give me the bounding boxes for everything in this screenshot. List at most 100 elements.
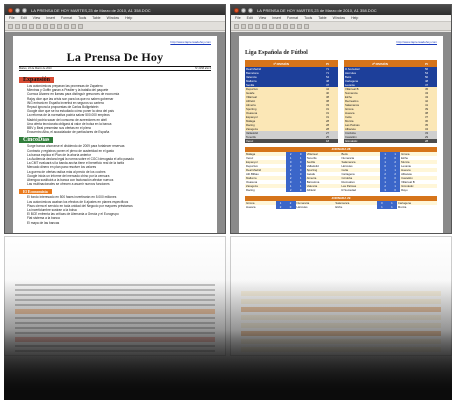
standings-primera: 1ª DIVISIÓN Pt Real Madrid 71 Barcelona 71 V… (245, 60, 338, 143)
menu-item[interactable]: Window (107, 16, 119, 20)
table-icon[interactable] (71, 23, 76, 29)
match-score: 2 (275, 205, 286, 209)
section-header: El Economista (19, 189, 52, 195)
window-titlebar[interactable]: LA PRENSA DE HOY MARTES,23 de Marzo de 2… (231, 5, 451, 15)
match-row: Racing 2 0 Athletic R.Sociedad 3 0 Rayo (245, 188, 437, 192)
headline-link[interactable]: El mapa de las bancas (27, 221, 211, 225)
league-heading: Liga Española de Fútbol (245, 50, 308, 56)
headline-list: El fondo interesado en 500 fases inverti… (19, 195, 211, 224)
menu-item[interactable]: Help (351, 16, 358, 20)
cut-icon[interactable] (262, 23, 267, 29)
cut-icon[interactable] (36, 23, 41, 29)
copy-icon[interactable] (269, 23, 274, 29)
undo-icon[interactable] (283, 23, 288, 29)
toolbar (231, 22, 451, 31)
matches-table: Girona 1 2 Numancia Salamanca 0 1 Cartagena Hues… (245, 201, 437, 209)
open-icon[interactable] (241, 23, 246, 29)
section-header: CincoDías (19, 137, 54, 144)
menu-item[interactable]: Help (125, 16, 132, 20)
document-page[interactable]: http://www.laprensadehoy.com La Prensa D… (13, 36, 217, 233)
menu-item[interactable]: Table (92, 16, 100, 20)
zoom-icon[interactable] (78, 23, 83, 29)
document-canvas[interactable]: http://www.laprensadehoy.com La Prensa D… (5, 32, 225, 233)
save-icon[interactable] (248, 23, 253, 29)
jornada-block: JORNADA 28 Málaga 2 0 Villarreal Betis 1 1 Giro… (245, 147, 437, 192)
match-team: Elche (335, 205, 343, 209)
close-icon[interactable] (234, 7, 239, 13)
menu-bar: File Edit View Insert Format Tools Table Window… (5, 15, 225, 22)
menu-item[interactable]: Tools (304, 16, 312, 20)
open-icon[interactable] (15, 23, 20, 29)
save-icon[interactable] (22, 23, 27, 29)
undo-icon[interactable] (57, 23, 62, 29)
menu-item[interactable]: File (9, 16, 15, 20)
match-score: 2 (285, 188, 296, 192)
menu-item[interactable]: View (33, 16, 41, 20)
menu-item[interactable]: Window (333, 16, 345, 20)
minimize-icon[interactable] (15, 7, 20, 13)
match-score: 1 (386, 205, 397, 209)
headline-link[interactable]: Las multinacionales se ofrecen a asumir … (27, 182, 211, 186)
menu-item[interactable]: Table (318, 16, 326, 20)
standings-segunda: 2ª DIVISIÓN Pt R.Sociedad 56 Hércules 54 Bet… (344, 60, 437, 143)
match-team: Racing (246, 188, 255, 192)
site-url[interactable]: http://www.laprensadehoy.com (245, 40, 437, 44)
menu-bar: File Edit View Insert Format Tools Table Window… (231, 15, 451, 22)
window-title: LA PRENSA DE HOY MARTES,23 de Marzo de 2… (31, 7, 151, 13)
window-title: LA PRENSA DE HOY MARTES,23 de Marzo de 2… (257, 7, 377, 13)
match-row: Huesca 2 0 Hércules Elche 1 1 Murcia (245, 205, 437, 209)
close-icon[interactable] (8, 7, 13, 13)
menu-item[interactable]: View (259, 16, 267, 20)
menu-item[interactable]: Insert (272, 16, 281, 20)
standings-row: Gimnàstic 28 (344, 139, 437, 143)
redo-icon[interactable] (64, 23, 69, 29)
headline-link[interactable]: Encuentro Alba, el acaudalador de partic… (27, 130, 211, 134)
menu-item[interactable]: Format (61, 16, 72, 20)
copy-icon[interactable] (43, 23, 48, 29)
col-header: Pt (317, 60, 338, 67)
match-score: 0 (285, 205, 296, 209)
match-score: 1 (376, 205, 387, 209)
redo-icon[interactable] (290, 23, 295, 29)
match-team: Hércules (296, 205, 308, 209)
team-name: Gimnàstic (344, 139, 417, 143)
paste-icon[interactable] (50, 23, 55, 29)
maximize-icon[interactable] (22, 7, 27, 13)
document-canvas[interactable]: http://www.laprensadehoy.com Liga Españo… (231, 32, 451, 233)
menu-item[interactable]: Tools (78, 16, 86, 20)
document-page[interactable]: http://www.laprensadehoy.com Liga Españo… (239, 36, 443, 233)
section-header: Expansión (19, 77, 55, 83)
match-score: 0 (390, 188, 401, 192)
print-icon[interactable] (255, 23, 260, 29)
document-window-right: LA PRENSA DE HOY MARTES,23 de Marzo de 2… (230, 4, 452, 234)
minimize-icon[interactable] (241, 7, 246, 13)
site-url[interactable]: http://www.laprensadehoy.com (19, 40, 211, 44)
headline-list: Los autonómicos preparan las promesas de… (19, 84, 211, 134)
match-score: 3 (380, 188, 391, 192)
menu-item[interactable]: Insert (46, 16, 55, 20)
team-points: 28 (416, 139, 437, 143)
team-points: 18 (317, 139, 338, 143)
match-team: Murcia (397, 205, 407, 209)
dateline-date: Martes, 23 de Marzo de 2010 (19, 67, 52, 70)
window-titlebar[interactable]: LA PRENSA DE HOY MARTES,23 de Marzo de 2… (5, 5, 225, 15)
new-icon[interactable] (234, 23, 239, 29)
new-icon[interactable] (8, 23, 13, 29)
document-window-left: LA PRENSA DE HOY MARTES,23 de Marzo de 2… (4, 4, 226, 234)
menu-item[interactable]: File (235, 16, 241, 20)
team-name: Xerez (245, 139, 318, 143)
toolbar (5, 22, 225, 31)
jornada-block: JORNADA 29 Girona 1 2 Numancia Salamanca 0 1 Ca… (245, 196, 437, 209)
menu-item[interactable]: Edit (21, 16, 27, 20)
maximize-icon[interactable] (248, 7, 253, 13)
print-icon[interactable] (29, 23, 34, 29)
zoom-icon[interactable] (304, 23, 309, 29)
match-team: Rayo (401, 188, 408, 192)
window-reflection (4, 236, 452, 400)
paste-icon[interactable] (276, 23, 281, 29)
menu-item[interactable]: Edit (247, 16, 253, 20)
table-icon[interactable] (297, 23, 302, 29)
col-header: 1ª DIVISIÓN (245, 60, 318, 67)
menu-item[interactable]: Format (287, 16, 298, 20)
dateline-issue: Nº 2158 año 6 (195, 67, 211, 70)
